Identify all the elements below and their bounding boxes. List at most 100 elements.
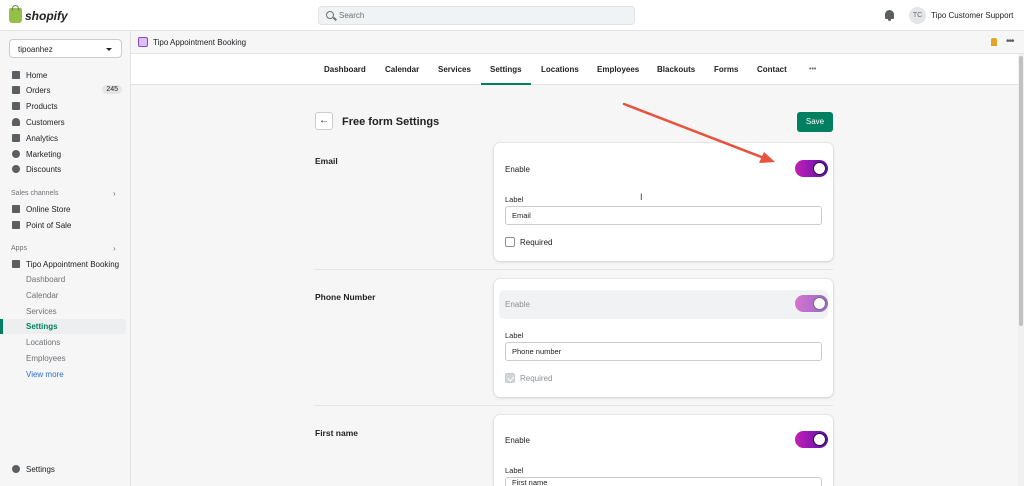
sidebar-item-label: Online Store [26,205,71,214]
email-enable-toggle[interactable] [795,160,828,177]
sidebar-subitem-dashboard[interactable]: Dashboard [0,272,126,287]
sidebar-subitem-locations[interactable]: Locations [0,335,126,350]
logo-text: shopify [25,8,68,23]
toggle-knob [813,433,826,446]
enable-row: Enable [499,426,828,455]
sidebar-subitem-label: Services [26,307,57,316]
search-icon [326,11,334,19]
view-more-label: View more [26,370,64,379]
sidebar-item-label: Tipo Appointment Booking [26,260,120,269]
sidebar-item-tipo-app[interactable]: Tipo Appointment Booking [0,257,126,272]
store-name: tipoanhez [18,45,53,54]
app-icon [138,37,148,47]
home-icon [12,71,20,79]
sidebar-item-point-of-sale[interactable]: Point of Sale [0,218,126,233]
avatar[interactable]: TC [909,7,926,24]
user-name[interactable]: Tipo Customer Support [931,11,1013,20]
first-name-settings-card: Enable Label [494,415,833,486]
tab-dashboard[interactable]: Dashboard [324,54,366,85]
pin-icon[interactable] [991,38,997,46]
first-name-label-input[interactable] [505,477,822,486]
enable-label: Enable [505,165,530,174]
sidebar-item-label: Home [26,71,48,80]
arrow-left-icon: ← [319,115,329,126]
sidebar-item-settings[interactable]: Settings [0,462,126,477]
phone-settings-card: Enable Label Required [494,279,833,397]
section-title-email: Email [315,156,338,166]
sidebar-item-discounts[interactable]: Discounts [0,162,126,177]
sidebar-item-orders[interactable]: Orders 245 [0,83,126,98]
view-more-link[interactable]: View more [0,367,126,382]
sidebar-item-products[interactable]: Products [0,99,126,114]
sidebar-item-label: Point of Sale [26,221,72,230]
tab-settings[interactable]: Settings [481,54,531,85]
label-caption: Label [505,466,524,475]
sidebar-subitem-calendar[interactable]: Calendar [0,288,126,303]
phone-label-input[interactable] [505,342,822,361]
first-name-enable-toggle[interactable] [795,431,828,448]
shopify-logo[interactable]: shopify [9,5,68,23]
tab-more[interactable]: ••• [809,54,816,85]
tab-forms[interactable]: Forms [714,54,738,85]
tab-blackouts[interactable]: Blackouts [657,54,695,85]
search-input[interactable]: Search [318,6,635,25]
app-icon [12,260,20,268]
required-label: Required [520,238,553,247]
section-title-first-name: First name [315,428,358,438]
app-title: Tipo Appointment Booking [153,38,247,47]
sidebar-item-online-store[interactable]: Online Store [0,202,126,217]
sidebar-item-label: Products [26,102,58,111]
tab-locations[interactable]: Locations [541,54,579,85]
toggle-knob [813,162,826,175]
label-caption: Label [505,331,524,340]
tab-employees[interactable]: Employees [597,54,639,85]
sidebar-subitem-label: Settings [26,322,58,331]
discount-icon [12,165,20,173]
store-icon [12,205,20,213]
bell-icon[interactable] [885,10,894,21]
email-settings-card: Enable Label Required [494,143,833,261]
tab-services[interactable]: Services [438,54,471,85]
page-title: Free form Settings [342,116,440,128]
store-selector[interactable]: tipoanhez [9,39,122,58]
email-label-input[interactable] [505,206,822,225]
search-placeholder: Search [339,11,365,20]
sidebar-subitem-label: Employees [26,354,66,363]
enable-row: Enable [499,290,828,319]
enable-row: Enable [499,155,828,184]
email-required-checkbox[interactable] [505,237,515,247]
sidebar: tipoanhez Home Orders 245 Products Custo… [0,31,131,486]
back-button[interactable]: ← [315,112,333,130]
sidebar-item-home[interactable]: Home [0,68,126,83]
sidebar-subitem-employees[interactable]: Employees [0,351,126,366]
divider [315,269,833,270]
scrollbar[interactable] [1018,54,1024,486]
orders-icon [12,86,20,94]
more-actions-icon[interactable]: ••• [1006,36,1014,47]
phone-required-checkbox[interactable] [505,373,515,383]
tab-calendar[interactable]: Calendar [385,54,419,85]
shopify-bag-icon [9,5,22,23]
save-button[interactable]: Save [797,112,833,132]
section-title-phone: Phone Number [315,292,376,302]
chevron-right-icon[interactable]: › [113,189,116,198]
sidebar-subitem-services[interactable]: Services [0,304,126,319]
sidebar-item-label: Marketing [26,150,62,159]
sidebar-item-customers[interactable]: Customers [0,115,126,130]
target-icon [12,150,20,158]
sidebar-subitem-settings[interactable]: Settings [0,319,126,334]
sidebar-item-analytics[interactable]: Analytics [0,131,126,146]
scrollbar-thumb[interactable] [1019,56,1023,326]
enable-label: Enable [505,436,530,445]
text-cursor-icon: I [640,192,643,202]
person-icon [12,118,20,126]
tab-contact[interactable]: Contact [757,54,787,85]
chevron-right-icon[interactable]: › [113,244,116,253]
sales-channels-heading: Sales channels [11,190,59,197]
required-label: Required [520,374,553,383]
sidebar-subitem-label: Calendar [26,291,59,300]
sidebar-item-marketing[interactable]: Marketing [0,147,126,162]
app-tabs: Dashboard Calendar Services Settings Loc… [131,54,1018,85]
chart-icon [12,134,20,142]
phone-enable-toggle[interactable] [795,295,828,312]
